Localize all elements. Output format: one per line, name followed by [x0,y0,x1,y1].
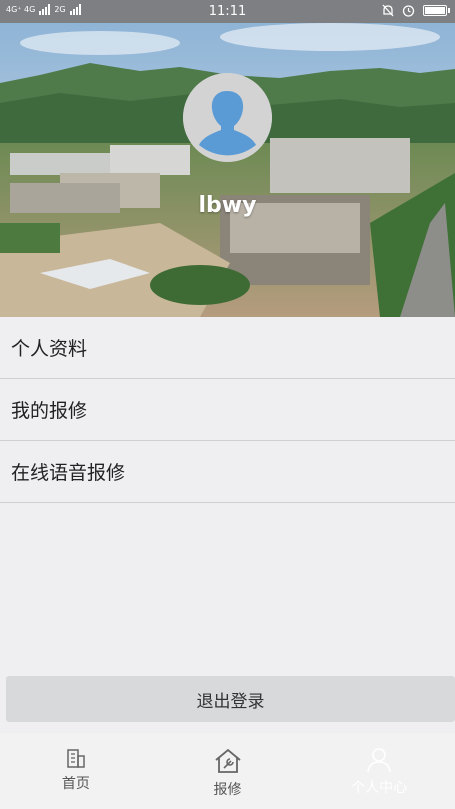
avatar[interactable] [183,73,272,162]
profile-menu: 个人资料 我的报修 在线语音报修 [0,317,455,503]
alarm-icon [402,5,415,17]
battery-icon [423,5,450,16]
person-silhouette-icon [183,73,272,162]
nav-repair-label: 报修 [213,782,242,798]
logout-button[interactable]: 退出登录 [6,676,455,722]
person-icon [367,748,391,773]
nav-home[interactable]: 首页 [0,733,152,809]
nav-home-label: 首页 [61,776,90,792]
status-bar: 4G⁺ 4G 2G 11:11 [0,0,455,23]
menu-item-label: 在线语音报修 [11,462,126,484]
nav-personal-center-label: 个人中心 [351,780,408,796]
house-wrench-icon [214,748,241,773]
campus-background-image [0,23,455,317]
status-right-icons [382,4,450,17]
menu-item-voice-repair[interactable]: 在线语音报修 [0,441,455,503]
menu-item-label: 我的报修 [11,400,88,422]
nav-repair[interactable]: 报修 [152,733,304,809]
menu-item-my-repairs[interactable]: 我的报修 [0,379,455,441]
building-icon [67,749,85,768]
mute-bell-icon [382,4,394,17]
username: lbwy [198,193,257,218]
nav-personal-center[interactable]: 个人中心 [303,733,455,809]
menu-item-label: 个人资料 [11,338,88,360]
bottom-nav: 首页 报修 个人中心 [0,733,455,809]
menu-item-profile[interactable]: 个人资料 [0,317,455,379]
profile-header: lbwy [0,23,455,317]
